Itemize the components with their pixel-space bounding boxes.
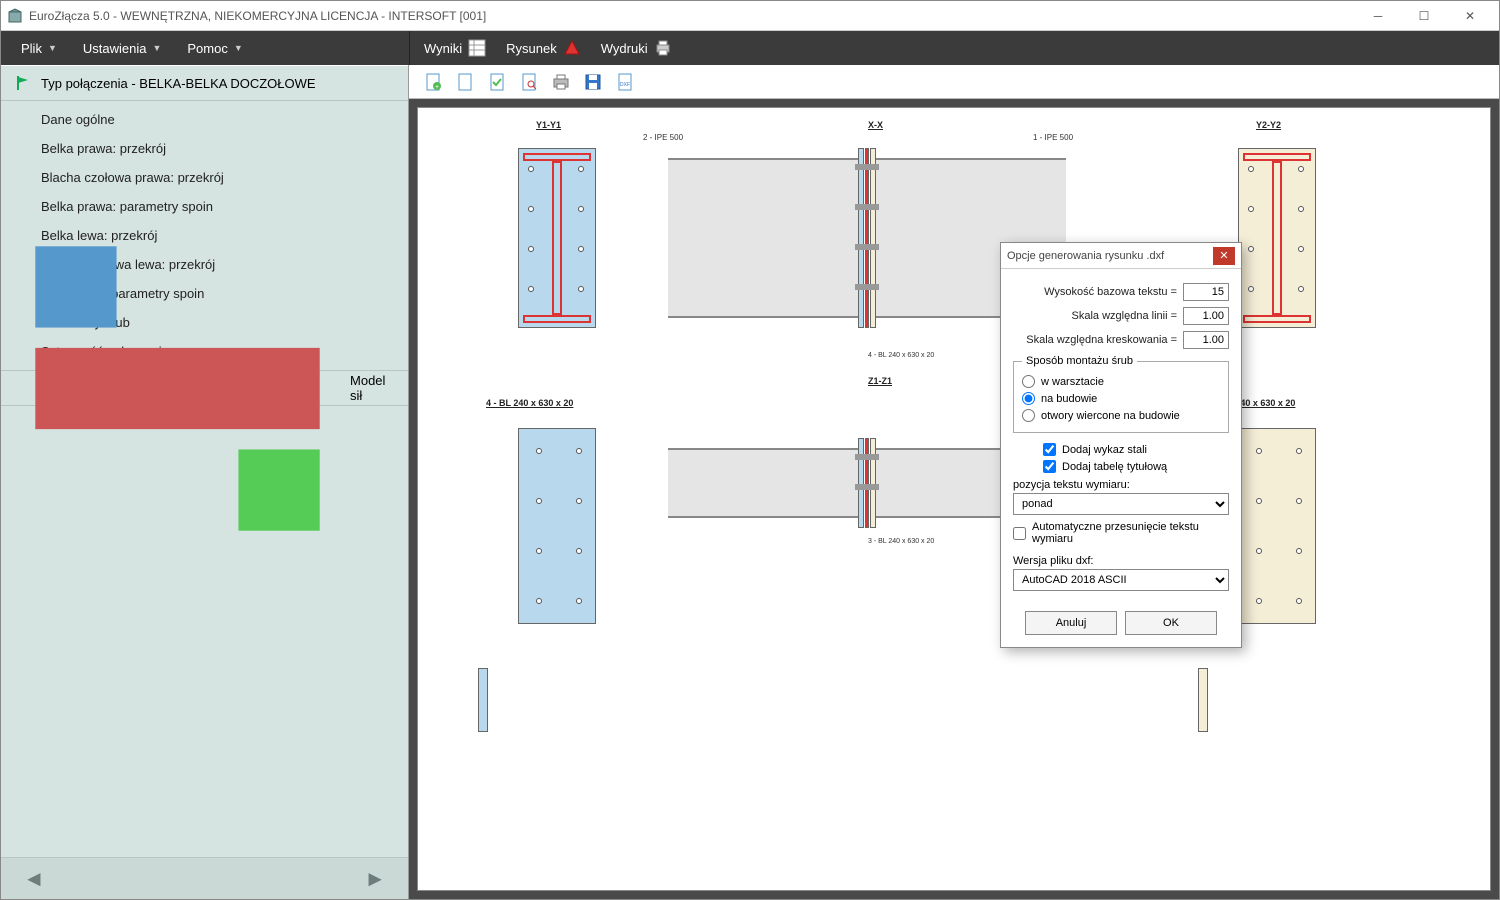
menu-settings[interactable]: Ustawienia▼	[73, 35, 172, 62]
view-label-z1: Z1-Z1	[868, 376, 892, 386]
maximize-button[interactable]: ☐	[1401, 1, 1447, 31]
cancel-button[interactable]: Anuluj	[1025, 611, 1117, 635]
text-height-label: Wysokość bazowa tekstu =	[1013, 286, 1177, 298]
page-icon[interactable]	[455, 72, 475, 92]
dxf-ver-select[interactable]: AutoCAD 2018 ASCII	[1013, 569, 1229, 591]
page-check-icon[interactable]	[487, 72, 507, 92]
bolt-opt-workshop[interactable]	[1022, 375, 1035, 388]
view-label-xx: X-X	[868, 120, 883, 130]
print-icon[interactable]	[551, 72, 571, 92]
beam-left-xx	[668, 158, 858, 318]
menubar: Plik▼ Ustawienia▼ Pomoc▼ Wyniki Rysunek …	[1, 31, 1499, 65]
sidebar-section-forces[interactable]: Model sił	[1, 370, 408, 406]
dxf-options-dialog: Opcje generowania rysunku .dxf ✕ Wysokoś…	[1000, 242, 1242, 648]
hatch-scale-input[interactable]	[1183, 331, 1229, 349]
new-page-icon[interactable]: +	[423, 72, 443, 92]
drawing-icon	[563, 39, 581, 57]
beam-label-b: 1 - IPE 500	[1033, 133, 1073, 142]
bolt-mount-group: Sposób montażu śrub w warsztacie na budo…	[1013, 355, 1229, 433]
save-icon[interactable]	[583, 72, 603, 92]
bolt-opt-site[interactable]	[1022, 392, 1035, 405]
titlebar: EuroZłącza 5.0 - WEWNĘTRZNA, NIEKOMERCYJ…	[1, 1, 1499, 31]
plate-cream-detail	[1238, 428, 1316, 624]
hatch-scale-label: Skala względna kreskowania =	[1013, 334, 1177, 346]
beam-left-z1	[668, 448, 858, 518]
text-height-input[interactable]	[1183, 283, 1229, 301]
app-icon	[7, 8, 23, 24]
table-icon	[468, 39, 486, 57]
sidebar-item-general[interactable]: Dane ogólne	[1, 105, 408, 134]
close-button[interactable]: ✕	[1447, 1, 1493, 31]
page-search-icon[interactable]	[519, 72, 539, 92]
chk-title-table[interactable]	[1043, 460, 1056, 473]
beam-label-a: 2 - IPE 500	[643, 133, 683, 142]
sidebar-item-beam-right-section[interactable]: Belka prawa: przekrój	[1, 134, 408, 163]
printer-icon	[654, 39, 672, 57]
sidebar: Typ połączenia - BELKA-BELKA DOCZOŁOWE D…	[1, 65, 409, 899]
tab-results[interactable]: Wyniki	[418, 35, 492, 61]
chk-steel-list[interactable]	[1043, 443, 1056, 456]
dxf-ver-label: Wersja pliku dxf:	[1013, 547, 1229, 569]
dim-pos-select[interactable]: ponad	[1013, 493, 1229, 515]
bolt-opt-drilled[interactable]	[1022, 409, 1035, 422]
line-scale-input[interactable]	[1183, 307, 1229, 325]
plate-left-label: 4 - BL 240 x 630 x 20	[486, 398, 573, 408]
sidebar-item-plate-right-section[interactable]: Blacha czołowa prawa: przekrój	[1, 163, 408, 192]
menu-file[interactable]: Plik▼	[11, 35, 67, 62]
dxf-icon[interactable]: DXF	[615, 72, 635, 92]
dialog-title: Opcje generowania rysunku .dxf	[1007, 250, 1213, 262]
sidebar-item-beam-right-welds[interactable]: Belka prawa: parametry spoin	[1, 192, 408, 221]
svg-text:DXF: DXF	[620, 82, 630, 88]
sidebar-header[interactable]: Typ połączenia - BELKA-BELKA DOCZOŁOWE	[1, 65, 408, 101]
main-area: + DXF Y1-Y1 X-X Y2-Y2 Z1-Z1 4 - BL 240 x…	[409, 65, 1499, 899]
dialog-close-button[interactable]: ✕	[1213, 247, 1235, 265]
plate-small-b: 3 - BL 240 x 630 x 20	[868, 538, 934, 545]
drawing-canvas[interactable]: Y1-Y1 X-X Y2-Y2 Z1-Z1 4 - BL 240 x 630 x…	[417, 107, 1491, 891]
app-window: EuroZłącza 5.0 - WEWNĘTRZNA, NIEKOMERCYJ…	[0, 0, 1500, 900]
tab-drawing[interactable]: Rysunek	[500, 35, 587, 61]
dim-pos-label: pozycja tekstu wymiaru:	[1013, 475, 1229, 493]
chk-auto-shift[interactable]	[1013, 527, 1026, 540]
plate-blue-detail	[518, 428, 596, 624]
nav-next[interactable]: ►	[364, 866, 386, 892]
flag-icon	[15, 75, 31, 91]
minimize-button[interactable]: ─	[1355, 1, 1401, 31]
dialog-titlebar[interactable]: Opcje generowania rysunku .dxf ✕	[1001, 243, 1241, 269]
menu-help[interactable]: Pomoc▼	[177, 35, 252, 62]
drawing-toolbar: + DXF	[409, 65, 1499, 99]
window-title: EuroZłącza 5.0 - WEWNĘTRZNA, NIEKOMERCYJ…	[29, 9, 1355, 23]
nav-prev[interactable]: ◄	[23, 866, 45, 892]
view-label-y2: Y2-Y2	[1256, 120, 1281, 130]
line-scale-label: Skala względna linii =	[1013, 310, 1177, 322]
view-label-y1: Y1-Y1	[536, 120, 561, 130]
plate-small-a: 4 - BL 240 x 630 x 20	[868, 352, 934, 359]
svg-text:+: +	[435, 84, 439, 91]
ok-button[interactable]: OK	[1125, 611, 1217, 635]
tab-prints[interactable]: Wydruki	[595, 35, 678, 61]
sidebar-nav: ◄ ►	[1, 857, 408, 899]
